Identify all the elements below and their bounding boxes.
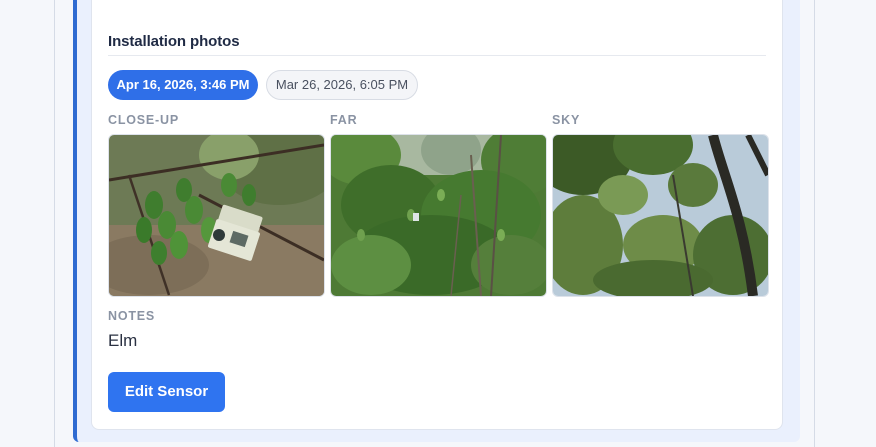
- section-divider: [108, 55, 766, 56]
- photo-far[interactable]: [330, 134, 547, 297]
- photo-caption-sky: SKY: [552, 113, 581, 127]
- date-tab-mar-26[interactable]: Mar 26, 2026, 6:05 PM: [266, 70, 418, 100]
- section-title: Installation photos: [108, 33, 240, 50]
- notes-value: Elm: [108, 331, 138, 350]
- notes-label: NOTES: [108, 309, 156, 323]
- photo-caption-close-up: CLOSE-UP: [108, 113, 179, 127]
- photo-sky[interactable]: [552, 134, 769, 297]
- photo-close-up[interactable]: [108, 134, 325, 297]
- date-tab-apr-16[interactable]: Apr 16, 2026, 3:46 PM: [108, 70, 258, 100]
- photo-caption-far: FAR: [330, 113, 358, 127]
- edit-sensor-button[interactable]: Edit Sensor: [108, 372, 225, 412]
